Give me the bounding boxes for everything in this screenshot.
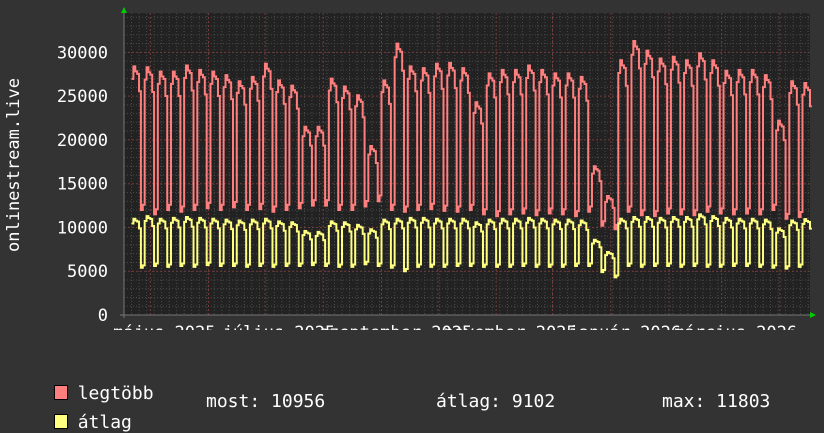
legend-item-atlag: átlag [32,391,132,433]
y-axis-ticks: 0 5000 10000 15000 20000 25000 30000 [57,43,108,326]
legend-swatch-atlag [53,414,68,429]
y-tick-label: 10000 [57,218,108,238]
y-tick-label: 30000 [57,43,108,63]
x-tick-label: január 2026 [568,323,681,330]
stat-average: átlag: 9102 [436,391,556,412]
x-axis-ticks: május 2025július 2025szeptember 2025nove… [113,323,797,330]
stat-max: max: 11803 [662,391,771,412]
y-axis-label: onlinestream.live [4,78,24,252]
x-axis-arrow-icon [810,312,816,318]
y-axis-arrow-icon [121,7,127,13]
stat-now: most: 10956 [206,391,326,412]
rrd-chart: 0 5000 10000 15000 20000 25000 30000 május 202… [4,7,816,330]
y-tick-label: 0 [98,306,108,326]
x-tick-label: november 2025 [444,323,577,330]
x-tick-label: május 2025 [113,323,215,330]
y-tick-label: 15000 [57,175,108,195]
y-tick-label: 25000 [57,87,108,107]
y-tick-label: 5000 [67,262,108,282]
y-tick-label: 20000 [57,131,108,151]
x-tick-label: március 2026 [674,323,797,330]
